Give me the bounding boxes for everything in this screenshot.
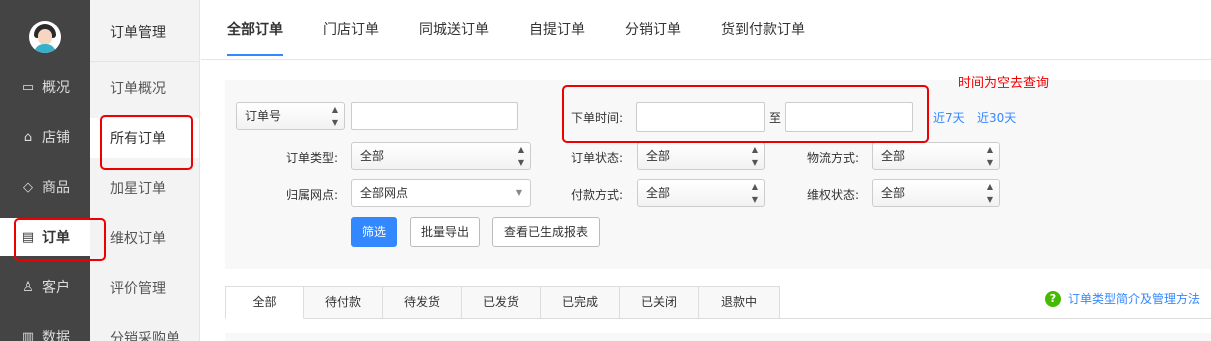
order-no-input[interactable] bbox=[351, 102, 518, 130]
order-time-label: 下单时间: bbox=[571, 111, 624, 125]
payment-select[interactable]: 全部 ▲ ▼ bbox=[637, 179, 765, 207]
filter-button[interactable]: 筛选 bbox=[351, 217, 397, 247]
updown-arrow-icon: ▲ ▼ bbox=[751, 182, 758, 204]
status-tab-shipped[interactable]: 已发货 bbox=[462, 286, 541, 319]
order-type-select[interactable]: 全部 ▲ ▼ bbox=[351, 142, 531, 170]
end-time-input[interactable] bbox=[785, 102, 913, 132]
outlet-select[interactable]: 全部网点 ▼ bbox=[351, 179, 531, 207]
list-icon: ▤ bbox=[21, 229, 35, 245]
status-tab-all[interactable]: 全部 bbox=[225, 286, 304, 319]
order-status-label: 订单状态: bbox=[571, 151, 624, 165]
last-7-days-link[interactable]: 近7天 bbox=[933, 109, 965, 126]
select-value: 全部网点 bbox=[360, 186, 409, 200]
sidebar-item-customers[interactable]: ♙ 客户 bbox=[0, 268, 90, 306]
status-tab-to-ship[interactable]: 待发货 bbox=[383, 286, 462, 319]
sidebar-item-data[interactable]: ▥ 数据 bbox=[0, 318, 90, 341]
sidebar-item-overview[interactable]: ▭ 概况 bbox=[0, 68, 90, 106]
monitor-icon: ▭ bbox=[21, 79, 35, 95]
tab-store-orders[interactable]: 门店订单 bbox=[323, 0, 379, 60]
tab-local-delivery[interactable]: 同城送订单 bbox=[419, 0, 489, 60]
sidebar-item-label: 客户 bbox=[42, 280, 70, 296]
status-tab-closed[interactable]: 已关闭 bbox=[620, 286, 699, 319]
primary-sidebar: ▭ 概况 ⌂ 店铺 ◇ 商品 ▤ 订单 ♙ 客户 ▥ 数据 bbox=[0, 0, 90, 341]
subnav-item-overview[interactable]: 订单概况 bbox=[90, 68, 199, 108]
sidebar-item-label: 订单 bbox=[42, 230, 70, 246]
sidebar-item-label: 概况 bbox=[42, 80, 70, 96]
export-button[interactable]: 批量导出 bbox=[410, 217, 480, 247]
sidebar-item-label: 商品 bbox=[42, 180, 70, 196]
select-value: 全部 bbox=[881, 186, 906, 200]
tab-cod[interactable]: 货到付款订单 bbox=[721, 0, 805, 60]
annotation-text: 时间为空去查询 bbox=[958, 76, 1050, 91]
select-value: 全部 bbox=[881, 149, 906, 163]
to-label: 至 bbox=[769, 111, 782, 125]
question-icon: ? bbox=[1045, 290, 1061, 307]
chevron-down-icon: ▼ bbox=[515, 188, 522, 197]
divider bbox=[90, 61, 199, 62]
secondary-sidebar: 订单管理 订单概况 所有订单 加星订单 维权订单 评价管理 分销采购单 bbox=[90, 0, 200, 341]
payment-label: 付款方式: bbox=[571, 188, 624, 202]
updown-arrow-icon: ▲ ▼ bbox=[331, 105, 338, 127]
subnav-item-reviews[interactable]: 评价管理 bbox=[90, 268, 199, 308]
updown-arrow-icon: ▲ ▼ bbox=[986, 182, 993, 204]
sidebar-item-label: 数据 bbox=[42, 330, 70, 341]
order-type-label: 订单类型: bbox=[286, 151, 339, 165]
updown-arrow-icon: ▲ ▼ bbox=[751, 145, 758, 167]
order-list-header bbox=[225, 333, 1211, 341]
updown-arrow-icon: ▲ ▼ bbox=[517, 145, 524, 167]
divider bbox=[780, 318, 1211, 319]
sidebar-item-label: 店铺 bbox=[42, 130, 70, 146]
rights-label: 维权状态: bbox=[807, 188, 860, 202]
tab-distribution[interactable]: 分销订单 bbox=[625, 0, 681, 60]
subnav-item-starred[interactable]: 加星订单 bbox=[90, 168, 199, 208]
status-tab-completed[interactable]: 已完成 bbox=[541, 286, 620, 319]
outlet-label: 归属网点: bbox=[286, 188, 339, 202]
subnav-item-purchase[interactable]: 分销采购单 bbox=[90, 318, 199, 341]
shop-icon: ⌂ bbox=[23, 129, 33, 145]
user-icon: ♙ bbox=[22, 279, 34, 295]
order-field-select[interactable]: 订单号 ▲ ▼ bbox=[236, 102, 345, 130]
status-tab-refunding[interactable]: 退款中 bbox=[699, 286, 780, 319]
select-value: 全部 bbox=[360, 149, 385, 163]
updown-arrow-icon: ▲ ▼ bbox=[986, 145, 993, 167]
view-reports-button[interactable]: 查看已生成报表 bbox=[492, 217, 600, 247]
sidebar-item-orders[interactable]: ▤ 订单 bbox=[0, 218, 90, 256]
logistics-label: 物流方式: bbox=[807, 151, 860, 165]
subnav-item-all-orders[interactable]: 所有订单 bbox=[90, 118, 199, 158]
status-tab-unpaid[interactable]: 待付款 bbox=[304, 286, 383, 319]
help-link-label: 订单类型简介及管理方法 bbox=[1068, 292, 1201, 306]
sidebar-item-goods[interactable]: ◇ 商品 bbox=[0, 168, 90, 206]
subnav-item-rights[interactable]: 维权订单 bbox=[90, 218, 199, 258]
start-time-input[interactable] bbox=[636, 102, 765, 132]
tab-all-orders[interactable]: 全部订单 bbox=[227, 0, 283, 60]
tab-self-pickup[interactable]: 自提订单 bbox=[529, 0, 585, 60]
logistics-select[interactable]: 全部 ▲ ▼ bbox=[872, 142, 1000, 170]
status-tab-bar: 全部 待付款 待发货 已发货 已完成 已关闭 退款中 bbox=[225, 286, 780, 319]
top-tab-bar: 全部订单 门店订单 同城送订单 自提订单 分销订单 货到付款订单 bbox=[201, 0, 1211, 60]
tag-icon: ◇ bbox=[23, 179, 33, 195]
select-value: 全部 bbox=[646, 186, 671, 200]
subnav-title: 订单管理 bbox=[110, 25, 166, 41]
sidebar-item-shop[interactable]: ⌂ 店铺 bbox=[0, 118, 90, 156]
rights-select[interactable]: 全部 ▲ ▼ bbox=[872, 179, 1000, 207]
order-status-select[interactable]: 全部 ▲ ▼ bbox=[637, 142, 765, 170]
select-value: 订单号 bbox=[245, 109, 282, 123]
help-link[interactable]: ? 订单类型简介及管理方法 bbox=[1045, 290, 1200, 307]
avatar[interactable] bbox=[29, 21, 61, 53]
last-30-days-link[interactable]: 近30天 bbox=[977, 109, 1016, 126]
select-value: 全部 bbox=[646, 149, 671, 163]
chart-icon: ▥ bbox=[21, 329, 35, 341]
